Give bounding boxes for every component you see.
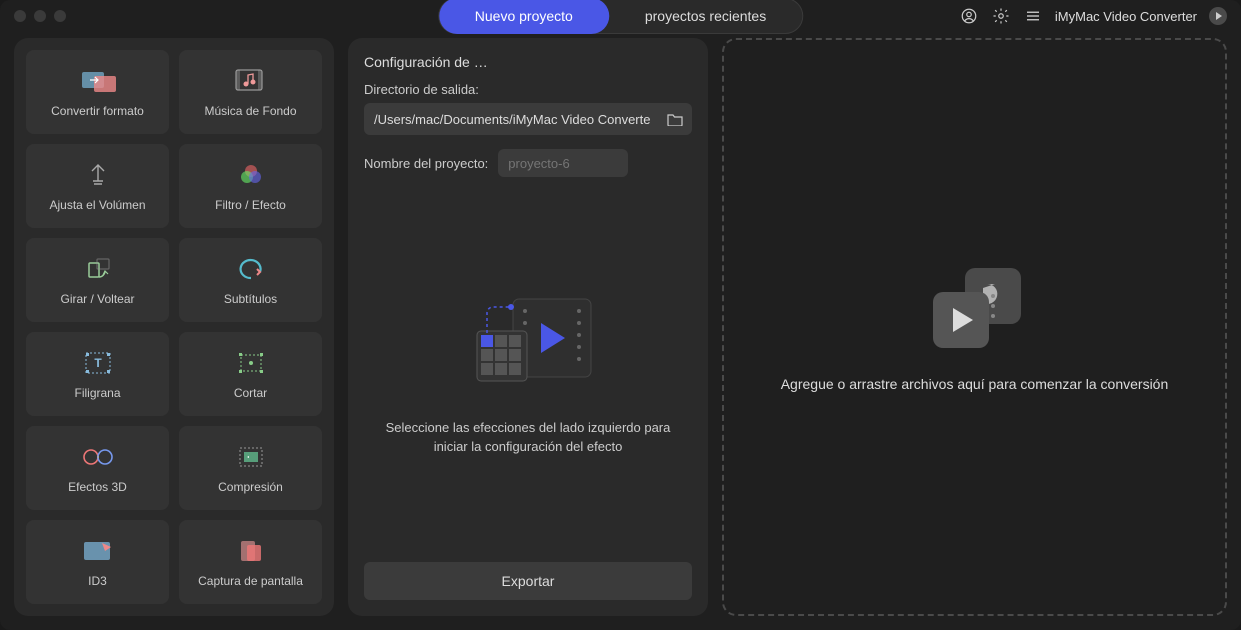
- tool-compression[interactable]: Compresión: [179, 426, 322, 510]
- minimize-window-button[interactable]: [34, 10, 46, 22]
- browse-folder-icon[interactable]: [666, 110, 684, 128]
- rotate-flip-icon: [80, 254, 116, 284]
- tools-sidebar: Convertir formato Música de Fondo Ajusta…: [14, 38, 334, 616]
- config-title: Configuración de …: [364, 54, 692, 70]
- close-window-button[interactable]: [14, 10, 26, 22]
- adjust-volume-icon: [80, 160, 116, 190]
- crop-icon: [233, 348, 269, 378]
- tab-recent-projects[interactable]: proyectos recientes: [609, 0, 802, 34]
- tab-new-project[interactable]: Nuevo proyecto: [439, 0, 609, 34]
- drop-area-icon: [915, 262, 1035, 352]
- output-dir-value: /Users/mac/Documents/iMyMac Video Conver…: [374, 112, 658, 127]
- config-placeholder: Seleccione las efecciones del lado izqui…: [364, 177, 692, 562]
- tool-crop[interactable]: Cortar: [179, 332, 322, 416]
- screenshot-icon: [233, 536, 269, 566]
- maximize-window-button[interactable]: [54, 10, 66, 22]
- tool-rotate-flip[interactable]: Girar / Voltear: [26, 238, 169, 322]
- tool-filter-effect[interactable]: Filtro / Efecto: [179, 144, 322, 228]
- tool-label: Subtítulos: [224, 292, 277, 306]
- output-dir-label: Directorio de salida:: [364, 82, 692, 97]
- drop-hint-text: Agregue o arrastre archivos aquí para co…: [761, 376, 1189, 392]
- tool-label: Música de Fondo: [204, 104, 296, 118]
- app-logo-icon: [1209, 7, 1227, 25]
- window-controls: [14, 10, 66, 22]
- titlebar-right: iMyMac Video Converter: [959, 6, 1227, 26]
- tool-label: Captura de pantalla: [198, 574, 303, 588]
- config-hint-text: Seleccione las efecciones del lado izqui…: [374, 419, 682, 455]
- tool-adjust-volume[interactable]: Ajusta el Volúmen: [26, 144, 169, 228]
- body: Convertir formato Música de Fondo Ajusta…: [0, 32, 1241, 630]
- tool-subtitles[interactable]: Subtítulos: [179, 238, 322, 322]
- app-window: Nuevo proyecto proyectos recientes iMyMa…: [0, 0, 1241, 630]
- settings-icon[interactable]: [991, 6, 1011, 26]
- convert-format-icon: [80, 66, 116, 96]
- compression-icon: [233, 442, 269, 472]
- app-title: iMyMac Video Converter: [1055, 9, 1197, 24]
- file-drop-area[interactable]: Agregue o arrastre archivos aquí para co…: [722, 38, 1227, 616]
- tool-label: Filtro / Efecto: [215, 198, 286, 212]
- export-button[interactable]: Exportar: [364, 562, 692, 600]
- effect-placeholder-icon: [453, 283, 603, 403]
- project-tab-switcher: Nuevo proyecto proyectos recientes: [438, 0, 803, 34]
- project-name-label: Nombre del proyecto:: [364, 156, 488, 171]
- project-name-input[interactable]: [498, 149, 628, 177]
- tool-label: Cortar: [234, 386, 267, 400]
- tool-watermark[interactable]: T Filigrana: [26, 332, 169, 416]
- config-panel: Configuración de … Directorio de salida:…: [348, 38, 708, 616]
- tool-label: Girar / Voltear: [60, 292, 134, 306]
- tool-label: Ajusta el Volúmen: [49, 198, 145, 212]
- tool-screenshot[interactable]: Captura de pantalla: [179, 520, 322, 604]
- svg-text:T: T: [94, 356, 102, 370]
- tools-grid: Convertir formato Música de Fondo Ajusta…: [26, 50, 322, 604]
- tool-label: Convertir formato: [51, 104, 144, 118]
- project-name-row: Nombre del proyecto:: [364, 149, 692, 177]
- titlebar: Nuevo proyecto proyectos recientes iMyMa…: [0, 0, 1241, 32]
- tool-label: Efectos 3D: [68, 480, 127, 494]
- tool-label: ID3: [88, 574, 107, 588]
- tool-id3[interactable]: ID3: [26, 520, 169, 604]
- tool-label: Filigrana: [74, 386, 120, 400]
- menu-icon[interactable]: [1023, 6, 1043, 26]
- tool-convert-format[interactable]: Convertir formato: [26, 50, 169, 134]
- id3-icon: [80, 536, 116, 566]
- account-icon[interactable]: [959, 6, 979, 26]
- watermark-icon: T: [80, 348, 116, 378]
- tool-background-music[interactable]: Música de Fondo: [179, 50, 322, 134]
- filter-effect-icon: [233, 160, 269, 190]
- tool-3d-effects[interactable]: Efectos 3D: [26, 426, 169, 510]
- background-music-icon: [233, 66, 269, 96]
- output-dir-field[interactable]: /Users/mac/Documents/iMyMac Video Conver…: [364, 103, 692, 135]
- 3d-effects-icon: [80, 442, 116, 472]
- tool-label: Compresión: [218, 480, 283, 494]
- subtitles-icon: [233, 254, 269, 284]
